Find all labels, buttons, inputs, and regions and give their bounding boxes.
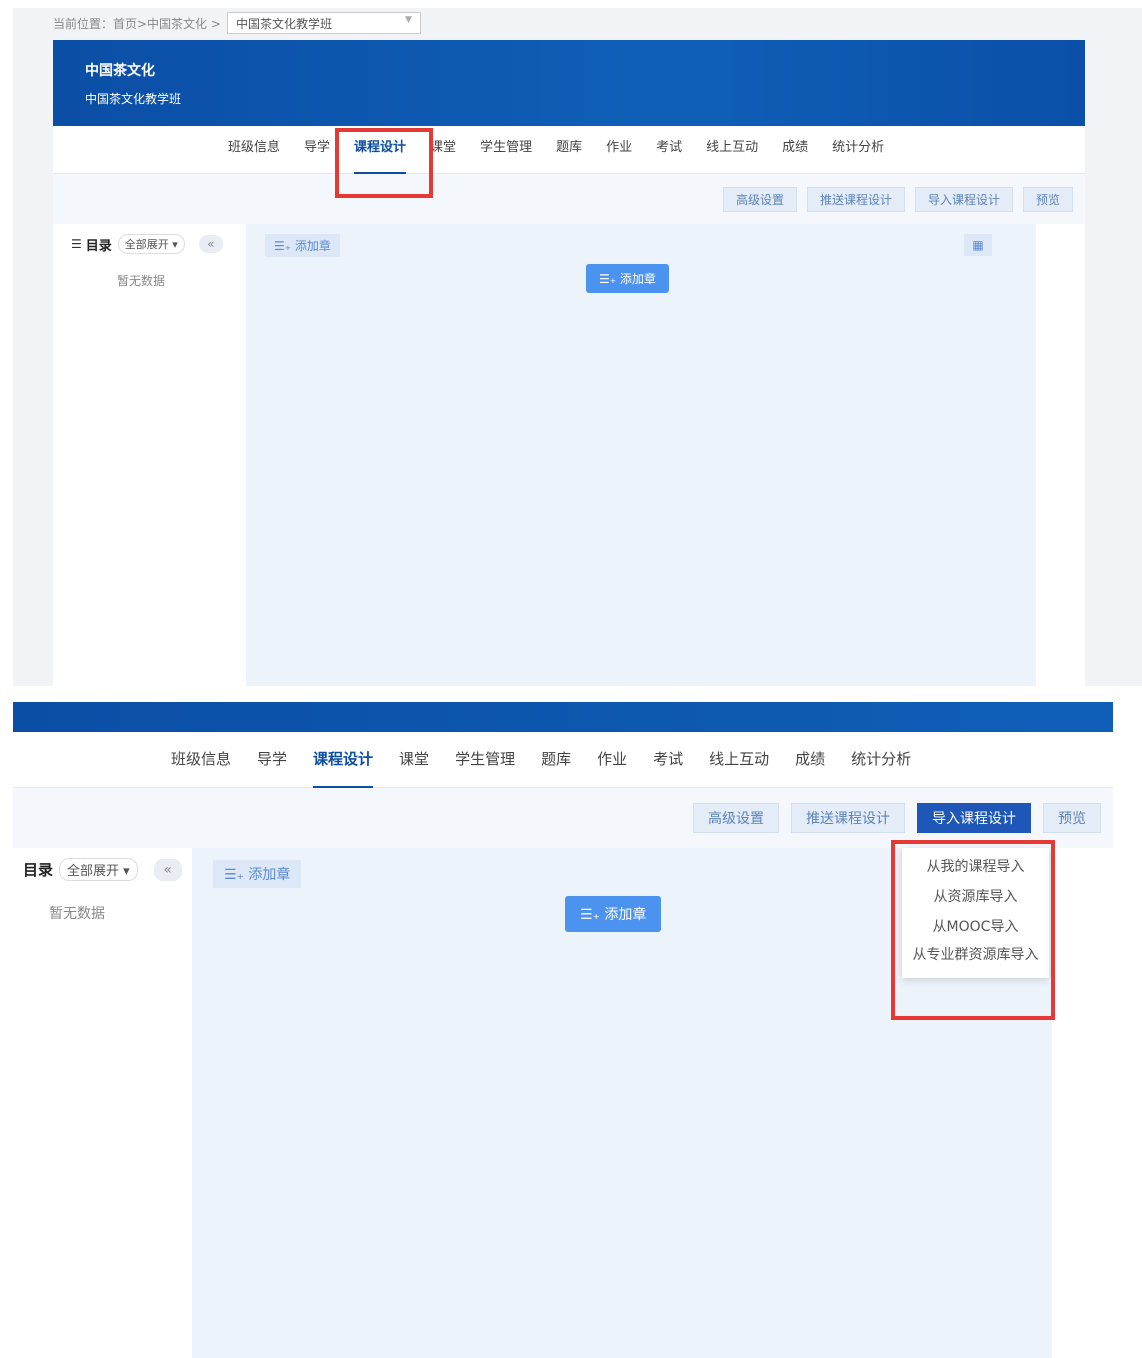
tab-grades[interactable]: 成绩 (782, 126, 808, 174)
tab-statistics[interactable]: 统计分析 (832, 126, 884, 174)
class-select[interactable]: 中国茶文化教学班 ▼ (226, 12, 421, 34)
tab-grades[interactable]: 成绩 (795, 732, 825, 788)
chapter-area: ☰₊ 添加章 ▦ ☰₊ 添加章 (246, 224, 1036, 686)
breadcrumb-text: 当前位置：首页>中国茶文化 > (53, 16, 221, 31)
tab-classroom[interactable]: 课堂 (399, 732, 429, 788)
breadcrumb: 当前位置：首页>中国茶文化 > 中国茶文化教学班 ▼ (53, 12, 421, 34)
tab-question-bank[interactable]: 题库 (556, 126, 582, 174)
course-title: 中国茶文化 (85, 63, 155, 79)
add-chapter-button-label: 添加章 (604, 907, 647, 923)
add-chapter-button[interactable]: ☰₊ 添加章 (586, 264, 669, 293)
add-chapter-link[interactable]: ☰₊ 添加章 (265, 234, 340, 257)
expand-all-dropdown[interactable]: 全部展开 ▾ (59, 858, 138, 881)
directory-title: 目录 (23, 861, 54, 879)
tab-class-info[interactable]: 班级信息 (171, 732, 231, 788)
course-banner (13, 702, 1113, 732)
class-name: 中国茶文化教学班 (85, 92, 182, 106)
list-icon: ☰ (71, 237, 82, 251)
tab-online-interaction[interactable]: 线上互动 (706, 126, 758, 174)
preview-button[interactable]: 预览 (1022, 186, 1073, 212)
add-chapter-icon: ☰₊ (580, 907, 600, 923)
highlight-box (891, 840, 1055, 1020)
tab-classroom[interactable]: 课堂 (430, 126, 456, 174)
import-course-design-button[interactable]: 导入课程设计 (914, 186, 1013, 212)
tab-course-design[interactable]: 课程设计 (313, 732, 374, 788)
screenshot-after: 班级信息 导学 课程设计 课堂 学生管理 题库 作业 考试 线上互动 成绩 统计… (13, 702, 1142, 1358)
tab-student-management[interactable]: 学生管理 (455, 732, 515, 788)
tab-exam[interactable]: 考试 (656, 126, 682, 174)
directory-sidebar: 目录 全部展开 ▾ « 暂无数据 (13, 848, 192, 1358)
expand-all-label: 全部展开 (124, 238, 169, 251)
course-nav: 班级信息 导学 课程设计 课堂 学生管理 题库 作业 考试 线上互动 成绩 统计… (53, 126, 1085, 174)
add-chapter-label: 添加章 (248, 867, 291, 883)
tab-homework[interactable]: 作业 (597, 732, 627, 788)
highlight-box (335, 128, 433, 198)
directory-title: 目录 (85, 238, 112, 254)
advanced-settings-button[interactable]: 高级设置 (693, 803, 779, 833)
add-chapter-icon: ☰₊ (274, 239, 292, 253)
double-chevron-left-icon[interactable]: « (153, 858, 182, 881)
empty-state: 暂无数据 (117, 274, 166, 288)
import-course-design-button[interactable]: 导入课程设计 (917, 803, 1031, 833)
tab-homework[interactable]: 作业 (606, 126, 632, 174)
grid-icon[interactable]: ▦ (964, 234, 992, 256)
push-course-design-button[interactable]: 推送课程设计 (791, 803, 905, 833)
screenshot-before: 当前位置：首页>中国茶文化 > 中国茶文化教学班 ▼ 中国茶文化 中国茶文化教学… (13, 8, 1142, 686)
tab-statistics[interactable]: 统计分析 (851, 732, 911, 788)
add-chapter-icon: ☰₊ (224, 867, 244, 883)
course-page: 中国茶文化 中国茶文化教学班 班级信息 导学 课程设计 课堂 学生管理 题库 作… (53, 40, 1085, 686)
advanced-settings-button[interactable]: 高级设置 (722, 186, 797, 212)
course-nav: 班级信息 导学 课程设计 课堂 学生管理 题库 作业 考试 线上互动 成绩 统计… (13, 732, 1113, 788)
tab-exam[interactable]: 考试 (653, 732, 683, 788)
preview-button[interactable]: 预览 (1043, 803, 1101, 833)
directory-header: 目录 全部展开 ▾ « (13, 848, 192, 881)
tab-student-management[interactable]: 学生管理 (480, 126, 532, 174)
tab-online-interaction[interactable]: 线上互动 (709, 732, 769, 788)
expand-all-dropdown[interactable]: 全部展开 ▾ (117, 234, 185, 254)
tab-guide[interactable]: 导学 (257, 732, 287, 788)
directory-sidebar: ☰ 目录 全部展开 ▾ « 暂无数据 (53, 224, 246, 686)
push-course-design-button[interactable]: 推送课程设计 (806, 186, 905, 212)
course-design-toolbar: 高级设置 推送课程设计 导入课程设计 预览 (13, 788, 1113, 848)
empty-state: 暂无数据 (49, 906, 105, 922)
tab-question-bank[interactable]: 题库 (541, 732, 571, 788)
right-panel (1052, 848, 1113, 1358)
tab-class-info[interactable]: 班级信息 (228, 126, 280, 174)
directory-header: ☰ 目录 全部展开 ▾ « (53, 224, 246, 254)
class-select-value: 中国茶文化教学班 (235, 17, 332, 31)
course-page-zoomed: 班级信息 导学 课程设计 课堂 学生管理 题库 作业 考试 线上互动 成绩 统计… (13, 702, 1142, 1358)
add-chapter-button-label: 添加章 (619, 272, 656, 286)
right-panel (1036, 224, 1085, 686)
course-design-toolbar: 高级设置 推送课程设计 导入课程设计 预览 (53, 174, 1085, 224)
expand-all-label: 全部展开 (67, 864, 120, 879)
double-chevron-left-icon[interactable]: « (198, 235, 223, 253)
tab-guide[interactable]: 导学 (304, 126, 330, 174)
add-chapter-icon: ☰₊ (599, 272, 617, 286)
add-chapter-link[interactable]: ☰₊ 添加章 (213, 860, 302, 888)
chevron-down-icon: ▼ (405, 15, 412, 25)
add-chapter-label: 添加章 (294, 239, 331, 253)
add-chapter-button[interactable]: ☰₊ 添加章 (565, 896, 662, 932)
course-banner: 中国茶文化 中国茶文化教学班 (53, 40, 1085, 126)
